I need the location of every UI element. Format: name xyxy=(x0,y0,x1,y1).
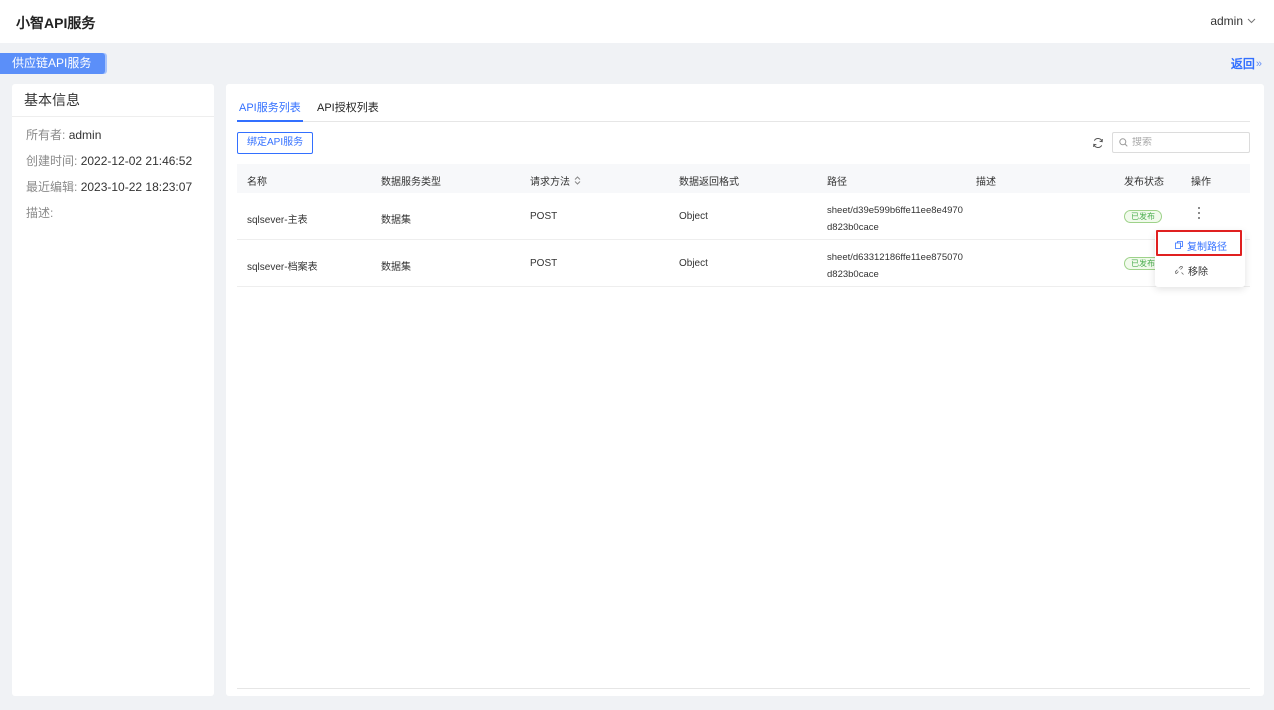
col-request-method[interactable]: 请求方法 xyxy=(530,173,581,188)
edited-value: 2023-10-22 18:23:07 xyxy=(80,180,193,194)
basic-info-title: 基本信息 xyxy=(12,84,214,117)
search-box[interactable] xyxy=(1112,132,1250,153)
unlink-icon xyxy=(1175,265,1184,275)
row-type: 数据集 xyxy=(381,215,411,226)
bind-api-service-button[interactable]: 绑定API服务 xyxy=(237,132,314,154)
row-path: sheet/d63312186ffe11ee875070 d823b0cace xyxy=(827,249,963,283)
copy-path-label: 复制路径 xyxy=(1187,241,1227,253)
table-bottom-divider xyxy=(237,688,1250,689)
service-tag: 供应链API服务 xyxy=(0,53,106,74)
top-bar: 小智API服务 admin xyxy=(0,0,1274,43)
remove-menu-item[interactable]: 移除 xyxy=(1155,258,1245,282)
row-format: Object xyxy=(679,211,708,222)
search-input[interactable] xyxy=(1132,137,1242,148)
row-actions-dropdown: 复制路径 移除 xyxy=(1155,231,1245,287)
main-panel: API服务列表 API授权列表 绑定API服务 名称 数据服务类型 请求方法 数… xyxy=(226,84,1264,696)
back-link-label: 返回 xyxy=(1230,57,1255,71)
col-actions: 操作 xyxy=(1191,177,1211,188)
owner-label: 所有者: xyxy=(26,128,66,142)
row-name: sqlsever-主表 xyxy=(247,215,308,226)
back-link[interactable]: 返回 » xyxy=(1231,55,1262,72)
edited-label: 最近编辑: xyxy=(26,180,78,194)
basic-info-panel: 基本信息 所有者: admin 创建时间: 2022-12-02 21:46:5… xyxy=(12,84,214,696)
col-request-method-label: 请求方法 xyxy=(530,177,570,188)
created-row: 创建时间: 2022-12-02 21:46:52 xyxy=(26,155,214,168)
remove-label: 移除 xyxy=(1188,266,1208,278)
desc-label: 描述: xyxy=(26,206,54,220)
tab-api-service-list[interactable]: API服务列表 xyxy=(237,101,303,122)
copy-path-menu-item[interactable]: 复制路径 xyxy=(1155,233,1245,257)
col-service-type: 数据服务类型 xyxy=(381,177,441,188)
row-path-line2: d823b0cace xyxy=(827,222,879,233)
owner-row: 所有者: admin xyxy=(26,129,214,142)
app-title: 小智API服务 xyxy=(16,15,96,31)
sort-icon[interactable] xyxy=(574,176,581,185)
copy-icon xyxy=(1175,241,1183,249)
status-badge: 已发布 xyxy=(1124,210,1162,223)
row-path-line2: d823b0cace xyxy=(827,269,879,280)
row-path: sheet/d39e599b6ffe11ee8e4970 d823b0cace xyxy=(827,202,963,236)
more-actions-icon[interactable] xyxy=(1194,206,1204,220)
table-header: 名称 数据服务类型 请求方法 数据返回格式 路径 描述 发布状态 操作 xyxy=(237,164,1250,193)
table-body: sqlsever-主表 数据集 POST Object sheet/d39e59… xyxy=(237,193,1250,287)
col-name: 名称 xyxy=(247,177,267,188)
desc-row: 描述: xyxy=(26,207,214,220)
search-icon xyxy=(1119,138,1128,147)
chevron-down-icon xyxy=(1247,18,1256,24)
api-service-table: 名称 数据服务类型 请求方法 数据返回格式 路径 描述 发布状态 操作 sqls… xyxy=(237,164,1250,287)
col-path: 路径 xyxy=(827,177,847,188)
created-value: 2022-12-02 21:46:52 xyxy=(80,154,193,168)
row-path-line1: sheet/d63312186ffe11ee875070 xyxy=(827,252,963,263)
row-path-line1: sheet/d39e599b6ffe11ee8e4970 xyxy=(827,205,963,216)
col-description: 描述 xyxy=(976,177,996,188)
owner-value: admin xyxy=(68,128,102,142)
basic-info-list: 所有者: admin 创建时间: 2022-12-02 21:46:52 最近编… xyxy=(12,117,214,220)
double-chevron-right-icon: » xyxy=(1255,57,1262,70)
user-name: admin xyxy=(1210,14,1243,28)
tab-api-auth-list[interactable]: API授权列表 xyxy=(317,101,379,121)
refresh-icon[interactable] xyxy=(1092,137,1104,149)
col-return-format: 数据返回格式 xyxy=(679,177,739,188)
edited-row: 最近编辑: 2023-10-22 18:23:07 xyxy=(26,181,214,194)
table-row: sqlsever-档案表 数据集 POST Object sheet/d6331… xyxy=(237,240,1250,287)
table-row: sqlsever-主表 数据集 POST Object sheet/d39e59… xyxy=(237,193,1250,240)
row-type: 数据集 xyxy=(381,262,411,273)
user-menu[interactable]: admin xyxy=(1210,14,1256,28)
created-label: 创建时间: xyxy=(26,154,78,168)
row-method: POST xyxy=(530,211,558,222)
tab-bar: API服务列表 API授权列表 xyxy=(237,101,1250,122)
row-method: POST xyxy=(530,258,558,269)
row-format: Object xyxy=(679,258,708,269)
col-publish-status: 发布状态 xyxy=(1124,177,1164,188)
row-name: sqlsever-档案表 xyxy=(247,262,318,273)
